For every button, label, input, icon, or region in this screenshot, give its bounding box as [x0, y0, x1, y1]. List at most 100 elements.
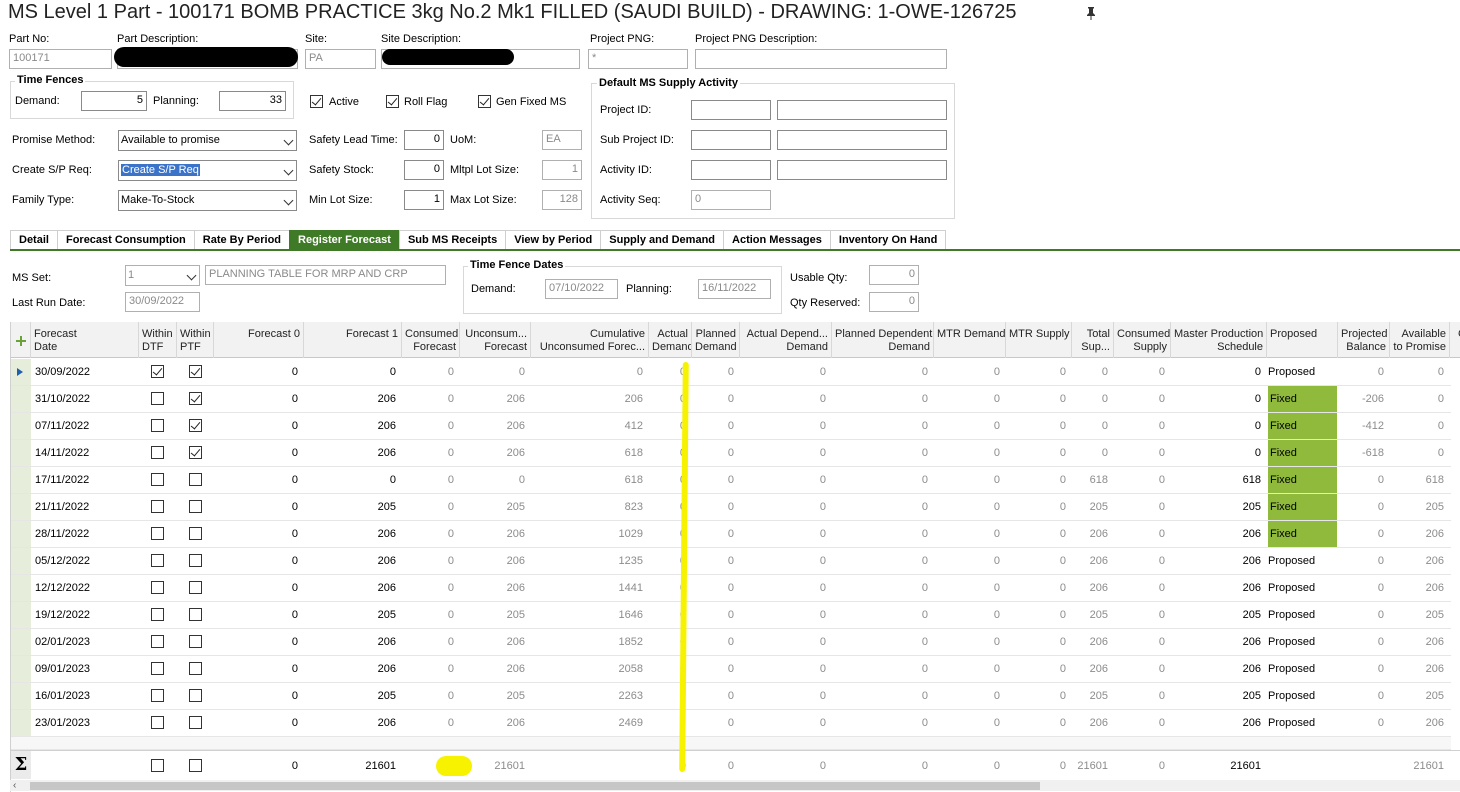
tab-register-forecast[interactable]: Register Forecast — [289, 230, 400, 249]
cf-cell[interactable]: 0 — [402, 393, 454, 405]
column-header[interactable]: Planned Demand — [692, 322, 740, 358]
table-row[interactable]: 16/01/20230205020522630000002050205Propo… — [11, 683, 1451, 710]
mtrs-cell[interactable]: 0 — [1006, 420, 1066, 432]
pdd-cell[interactable]: 0 — [832, 717, 928, 729]
activity-seq-input[interactable]: 0 — [691, 190, 771, 210]
ms-set-desc-field[interactable]: PLANNING TABLE FOR MRP AND CRP — [205, 265, 446, 285]
ptf-checkbox[interactable] — [189, 689, 202, 702]
f0-cell[interactable]: 0 — [214, 663, 298, 675]
column-header[interactable]: Actual Demand — [649, 322, 692, 358]
mtrs-cell[interactable]: 0 — [1006, 690, 1066, 702]
column-header[interactable]: Actual Depend... Demand — [740, 322, 832, 358]
mtrs-cell[interactable]: 0 — [1006, 582, 1066, 594]
tfd-planning-field[interactable]: 16/11/2022 — [698, 279, 771, 299]
pdd-cell[interactable]: 0 — [832, 555, 928, 567]
mtrs-cell[interactable]: 0 — [1006, 474, 1066, 486]
pd-cell[interactable]: 0 — [692, 420, 734, 432]
adp-cell[interactable]: 0 — [740, 474, 826, 486]
cuf-cell[interactable]: 1029 — [531, 528, 643, 540]
table-row[interactable]: 17/11/202200006180000006180618Fixed0618 — [11, 467, 1451, 494]
ptf-checkbox[interactable] — [189, 473, 202, 486]
f1-cell[interactable]: 0 — [304, 366, 396, 378]
pd-cell[interactable]: 0 — [692, 717, 734, 729]
safety-stock-input[interactable]: 0 — [404, 160, 444, 180]
tfd-demand-field[interactable]: 07/10/2022 — [545, 279, 618, 299]
dtf-checkbox[interactable] — [151, 635, 164, 648]
column-header[interactable]: Projected Balance — [1338, 322, 1390, 358]
cs-cell[interactable]: 0 — [1114, 582, 1165, 594]
pd-cell[interactable]: 0 — [692, 447, 734, 459]
uom-field[interactable]: EA — [542, 130, 582, 150]
cf-cell[interactable]: 0 — [402, 528, 454, 540]
ts-cell[interactable]: 0 — [1072, 420, 1108, 432]
cuf-cell[interactable]: 618 — [531, 474, 643, 486]
cs-cell[interactable]: 0 — [1114, 717, 1165, 729]
total-dtf-checkbox[interactable] — [151, 759, 164, 772]
date-cell[interactable]: 09/01/2023 — [35, 663, 90, 675]
mtrs-cell[interactable]: 0 — [1006, 447, 1066, 459]
cuf-cell[interactable]: 1852 — [531, 636, 643, 648]
mltpl-lot-size-input[interactable]: 1 — [542, 160, 582, 180]
pd-cell[interactable]: 0 — [692, 582, 734, 594]
proposed-cell[interactable]: Fixed — [1268, 440, 1337, 466]
column-header[interactable]: Within DTF — [139, 322, 177, 358]
ms-set-select[interactable]: 1 — [125, 265, 200, 286]
atp-cell[interactable]: 0 — [1390, 447, 1444, 459]
scroll-thumb[interactable] — [30, 782, 1040, 790]
pd-cell[interactable]: 0 — [692, 690, 734, 702]
sub-project-id-input[interactable] — [691, 130, 771, 150]
dtf-checkbox[interactable] — [151, 419, 164, 432]
ts-cell[interactable]: 205 — [1072, 501, 1108, 513]
adp-cell[interactable]: 0 — [740, 393, 826, 405]
adp-cell[interactable]: 0 — [740, 555, 826, 567]
mtrd-cell[interactable]: 0 — [934, 663, 1000, 675]
pdd-cell[interactable]: 0 — [832, 447, 928, 459]
dtf-checkbox[interactable] — [151, 554, 164, 567]
ad-cell[interactable]: 0 — [649, 447, 686, 459]
table-row[interactable]: 23/01/20230206020624690000002060206Propo… — [11, 710, 1451, 737]
ptf-checkbox[interactable] — [189, 662, 202, 675]
f0-cell[interactable]: 0 — [214, 474, 298, 486]
f0-cell[interactable]: 0 — [214, 393, 298, 405]
pb-cell[interactable]: 0 — [1338, 609, 1384, 621]
cf-cell[interactable]: 0 — [402, 636, 454, 648]
mtrd-cell[interactable]: 0 — [934, 393, 1000, 405]
date-cell[interactable]: 16/01/2023 — [35, 690, 90, 702]
adp-cell[interactable]: 0 — [740, 366, 826, 378]
column-header[interactable]: Cumulative Unconsumed Forec... — [531, 322, 649, 358]
tab-forecast-consumption[interactable]: Forecast Consumption — [56, 230, 195, 249]
pb-cell[interactable]: 0 — [1338, 690, 1384, 702]
cuf-cell[interactable]: 1646 — [531, 609, 643, 621]
ts-cell[interactable]: 205 — [1072, 609, 1108, 621]
pdd-cell[interactable]: 0 — [832, 663, 928, 675]
f1-cell[interactable]: 206 — [304, 528, 396, 540]
column-header[interactable]: Consumed Supply — [1114, 322, 1171, 358]
cs-cell[interactable]: 0 — [1114, 474, 1165, 486]
adp-cell[interactable]: 0 — [740, 528, 826, 540]
cuf-cell[interactable]: 412 — [531, 420, 643, 432]
pb-cell[interactable]: -206 — [1338, 393, 1384, 405]
pdd-cell[interactable]: 0 — [832, 474, 928, 486]
proposed-cell[interactable]: Proposed — [1268, 555, 1337, 567]
atp-cell[interactable]: 206 — [1390, 717, 1444, 729]
f0-cell[interactable]: 0 — [214, 717, 298, 729]
cuf-cell[interactable]: 206 — [531, 393, 643, 405]
f1-cell[interactable]: 206 — [304, 420, 396, 432]
uf-cell[interactable]: 206 — [460, 555, 525, 567]
add-row-button[interactable] — [11, 322, 31, 358]
atp-cell[interactable]: 0 — [1390, 366, 1444, 378]
date-cell[interactable]: 12/12/2022 — [35, 582, 90, 594]
uf-cell[interactable]: 205 — [460, 501, 525, 513]
activity-id-desc-input[interactable] — [777, 160, 947, 180]
f0-cell[interactable]: 0 — [214, 636, 298, 648]
adp-cell[interactable]: 0 — [740, 420, 826, 432]
proposed-cell[interactable]: Fixed — [1268, 386, 1337, 412]
dtf-checkbox[interactable] — [151, 446, 164, 459]
pb-cell[interactable]: 0 — [1338, 663, 1384, 675]
f1-cell[interactable]: 206 — [304, 663, 396, 675]
cuf-cell[interactable]: 2058 — [531, 663, 643, 675]
atp-cell[interactable]: 618 — [1390, 474, 1444, 486]
f0-cell[interactable]: 0 — [214, 690, 298, 702]
adp-cell[interactable]: 0 — [740, 690, 826, 702]
column-header[interactable]: C — [1450, 322, 1460, 358]
